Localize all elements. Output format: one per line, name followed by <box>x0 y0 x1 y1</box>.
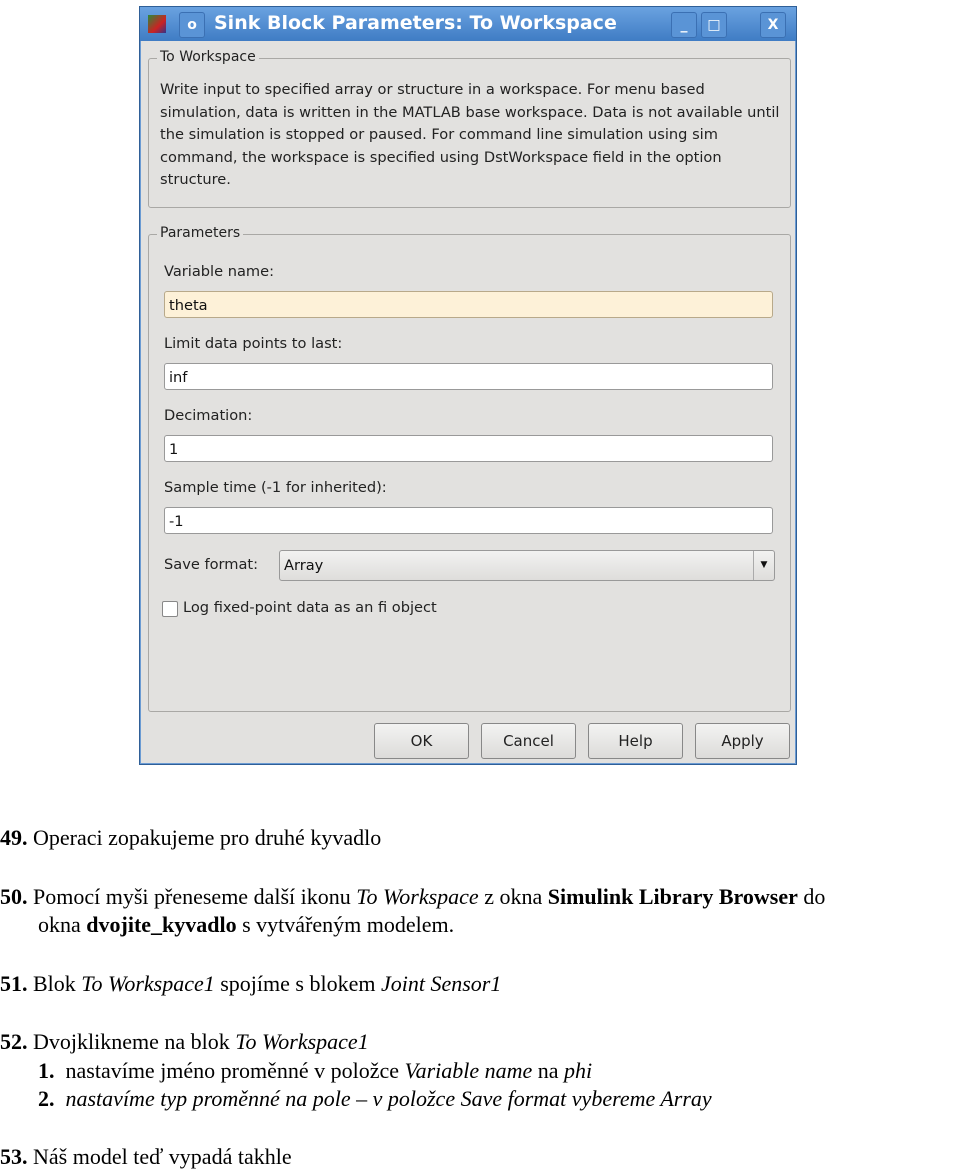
apply-button[interactable]: Apply <box>695 723 790 759</box>
step-51: 51. Blok To Workspace1 spojíme s blokem … <box>0 971 502 996</box>
title-bar[interactable]: o Sink Block Parameters: To Workspace _ … <box>140 7 796 41</box>
sample-time-label: Sample time (-1 for inherited): <box>164 479 387 496</box>
step-49: 49. Operaci zopakujeme pro druhé kyvadlo <box>0 825 382 850</box>
chevron-down-icon[interactable]: ▼ <box>753 551 774 580</box>
cancel-button[interactable]: Cancel <box>481 723 576 759</box>
dialog-window: o Sink Block Parameters: To Workspace _ … <box>139 6 797 765</box>
decimation-input[interactable]: 1 <box>164 435 773 462</box>
save-format-label: Save format: <box>164 556 259 573</box>
save-format-value: Array <box>284 557 324 574</box>
minimize-button[interactable]: _ <box>671 12 697 38</box>
ok-button[interactable]: OK <box>374 723 469 759</box>
parameters-group: Parameters Variable name: theta Limit da… <box>148 225 791 712</box>
decimation-label: Decimation: <box>164 407 253 424</box>
sample-time-input[interactable]: -1 <box>164 507 773 534</box>
window-menu-icon[interactable]: o <box>179 12 205 38</box>
block-description: Write input to specified array or struct… <box>160 81 780 189</box>
help-button[interactable]: Help <box>588 723 683 759</box>
variable-name-label: Variable name: <box>164 263 275 280</box>
log-fi-checkbox[interactable] <box>162 601 178 617</box>
step-50-cont: okna dvojite_kyvadlo s vytvářeným modele… <box>38 912 455 937</box>
block-description-group: To Workspace Write input to specified ar… <box>148 49 791 208</box>
window-title: Sink Block Parameters: To Workspace <box>214 12 617 34</box>
close-button[interactable]: X <box>760 12 786 38</box>
limit-input[interactable]: inf <box>164 363 773 390</box>
step-53: 53. Náš model teď vypadá takhle <box>0 1144 292 1169</box>
group-title: Parameters <box>157 225 244 241</box>
log-fi-label: Log fixed-point data as an fi object <box>183 599 437 616</box>
variable-name-input[interactable]: theta <box>164 291 773 318</box>
step-52: 52. Dvojklikneme na blok To Workspace1 <box>0 1029 369 1054</box>
maximize-button[interactable]: □ <box>701 12 727 38</box>
step-52-item-2: 2. nastavíme typ proměnné na pole – v po… <box>38 1086 712 1111</box>
group-title: To Workspace <box>157 49 259 65</box>
simulink-app-icon <box>148 15 166 33</box>
limit-label: Limit data points to last: <box>164 335 343 352</box>
save-format-select[interactable]: Array ▼ <box>279 550 775 581</box>
step-52-item-1: 1. nastavíme jméno proměnné v položce Va… <box>38 1058 593 1083</box>
step-50: 50. Pomocí myši přeneseme další ikonu To… <box>0 884 826 909</box>
